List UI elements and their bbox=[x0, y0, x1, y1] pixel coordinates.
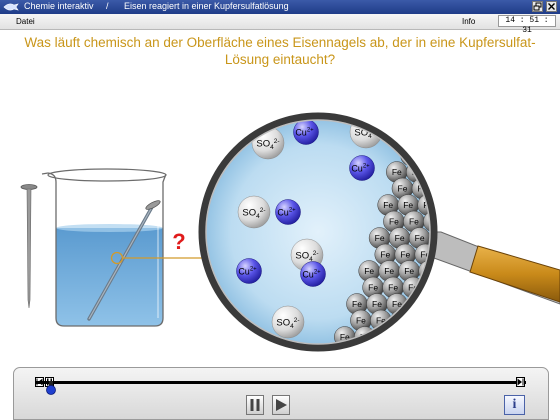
svg-text:Fe: Fe bbox=[428, 283, 438, 293]
sulfate-ion: SO42- bbox=[271, 305, 305, 339]
svg-text:Fe: Fe bbox=[438, 184, 448, 194]
iron-atom: Fe bbox=[417, 342, 434, 359]
copper-ion: Cu2+ bbox=[349, 155, 375, 181]
svg-text:Fe: Fe bbox=[403, 200, 413, 210]
svg-text:Fe: Fe bbox=[380, 250, 390, 260]
svg-text:Fe: Fe bbox=[432, 299, 442, 309]
svg-text:Fe: Fe bbox=[415, 233, 425, 243]
svg-text:Fe: Fe bbox=[395, 233, 405, 243]
svg-text:Fe: Fe bbox=[400, 332, 410, 342]
svg-text:Fe: Fe bbox=[420, 134, 430, 144]
magnifier-handle bbox=[423, 231, 560, 305]
play-button[interactable] bbox=[272, 395, 290, 415]
svg-text:Fe: Fe bbox=[435, 118, 445, 128]
iron-atom: Fe bbox=[322, 360, 343, 368]
svg-text:Fe: Fe bbox=[400, 134, 410, 144]
copper-ion: Cu2+ bbox=[236, 258, 262, 284]
info-button[interactable]: i bbox=[504, 395, 525, 415]
timeline-thumb[interactable] bbox=[45, 381, 56, 395]
iron-atom: Fe bbox=[414, 128, 434, 150]
iron-atom: Fe bbox=[423, 101, 439, 117]
iron-atom: Fe bbox=[397, 342, 420, 359]
iron-atom: Fe bbox=[428, 116, 445, 134]
play-icon bbox=[276, 399, 287, 411]
iron-atom: Fe bbox=[422, 360, 443, 368]
copper-ion: Cu2+ bbox=[293, 119, 319, 145]
svg-text:Fe: Fe bbox=[404, 266, 414, 276]
svg-text:Fe: Fe bbox=[443, 200, 453, 210]
svg-text:Fe: Fe bbox=[415, 118, 425, 128]
copper-ion: Cu2+ bbox=[275, 199, 301, 225]
sulfate-ion: SO42- bbox=[237, 195, 271, 229]
iron-atom: Fe bbox=[438, 343, 459, 364]
iron-atom: Fe bbox=[357, 342, 380, 359]
svg-text:Fe: Fe bbox=[392, 167, 402, 177]
svg-text:Fe: Fe bbox=[383, 200, 393, 210]
svg-text:Fe: Fe bbox=[356, 316, 366, 326]
iron-atom: Fe bbox=[410, 309, 432, 332]
iron-atom: Fe bbox=[426, 293, 442, 315]
svg-text:Fe: Fe bbox=[364, 349, 374, 359]
iron-atom: Fe bbox=[408, 116, 431, 134]
iron-atom: Fe bbox=[430, 309, 446, 332]
svg-text:Fe: Fe bbox=[400, 250, 410, 260]
svg-text:Fe: Fe bbox=[404, 349, 414, 359]
iron-atom: Fe bbox=[438, 195, 459, 216]
svg-text:Fe: Fe bbox=[436, 316, 446, 326]
illustration: ? Fe FeFe FeFe Fe FeFe FeFe Fe FeFe Fe FeFe Fe Fe Fe… bbox=[20, 101, 560, 368]
iron-atom: Fe bbox=[402, 360, 423, 368]
svg-text:Fe: Fe bbox=[368, 283, 378, 293]
svg-text:Fe: Fe bbox=[440, 134, 450, 144]
iron-atom: Fe bbox=[377, 342, 400, 359]
iron-atom: Fe bbox=[431, 177, 448, 200]
svg-text:Fe: Fe bbox=[429, 101, 439, 111]
svg-text:Fe: Fe bbox=[409, 101, 419, 111]
svg-text:Fe: Fe bbox=[380, 332, 390, 342]
timeline-track[interactable] bbox=[36, 381, 526, 384]
iron-atom: Fe bbox=[394, 326, 416, 348]
iron-atom: Fe bbox=[435, 129, 456, 150]
svg-text:Fe: Fe bbox=[344, 349, 354, 359]
svg-text:Fe: Fe bbox=[388, 283, 398, 293]
copper-ion: Cu2+ bbox=[300, 261, 326, 287]
svg-text:Fe: Fe bbox=[375, 233, 385, 243]
svg-text:Fe: Fe bbox=[426, 151, 436, 161]
player-controls: i bbox=[13, 367, 549, 420]
iron-atom: Fe bbox=[362, 360, 383, 368]
skip-end-icon bbox=[517, 378, 524, 386]
svg-text:Fe: Fe bbox=[398, 184, 408, 194]
svg-text:Fe: Fe bbox=[420, 332, 430, 342]
svg-text:Fe: Fe bbox=[440, 332, 450, 342]
pause-button[interactable] bbox=[246, 395, 264, 415]
iron-atom: Fe bbox=[382, 360, 403, 368]
question-mark: ? bbox=[172, 229, 185, 254]
iron-atom: Fe bbox=[420, 144, 436, 167]
svg-text:Fe: Fe bbox=[416, 316, 426, 326]
svg-text:Fe: Fe bbox=[372, 299, 382, 309]
svg-text:Fe: Fe bbox=[444, 266, 454, 276]
pause-icon bbox=[250, 399, 260, 411]
svg-text:Fe: Fe bbox=[352, 299, 362, 309]
skip-to-end-button[interactable] bbox=[516, 377, 525, 387]
magnified-view: Fe Fe Fe Fe Fe Fe Fe Fe Fe Fe Fe Fe Fe Fe Fe Fe Fe Fe Fe Fe… bbox=[198, 101, 459, 368]
svg-text:Fe: Fe bbox=[444, 349, 454, 359]
svg-text:Fe: Fe bbox=[384, 266, 394, 276]
iron-atom: Fe bbox=[426, 161, 442, 183]
svg-text:Fe: Fe bbox=[364, 266, 374, 276]
svg-text:Fe: Fe bbox=[424, 349, 434, 359]
svg-text:Fe: Fe bbox=[389, 217, 399, 227]
iron-atom: Fe bbox=[342, 360, 363, 368]
beaker bbox=[41, 168, 167, 327]
iron-atom: Fe bbox=[434, 327, 455, 348]
svg-text:Fe: Fe bbox=[384, 349, 394, 359]
iron-atom: Fe bbox=[403, 101, 425, 117]
standing-nail bbox=[20, 184, 38, 309]
iron-atom: Fe bbox=[414, 326, 434, 348]
svg-text:Fe: Fe bbox=[432, 167, 442, 177]
svg-text:Fe: Fe bbox=[409, 217, 419, 227]
